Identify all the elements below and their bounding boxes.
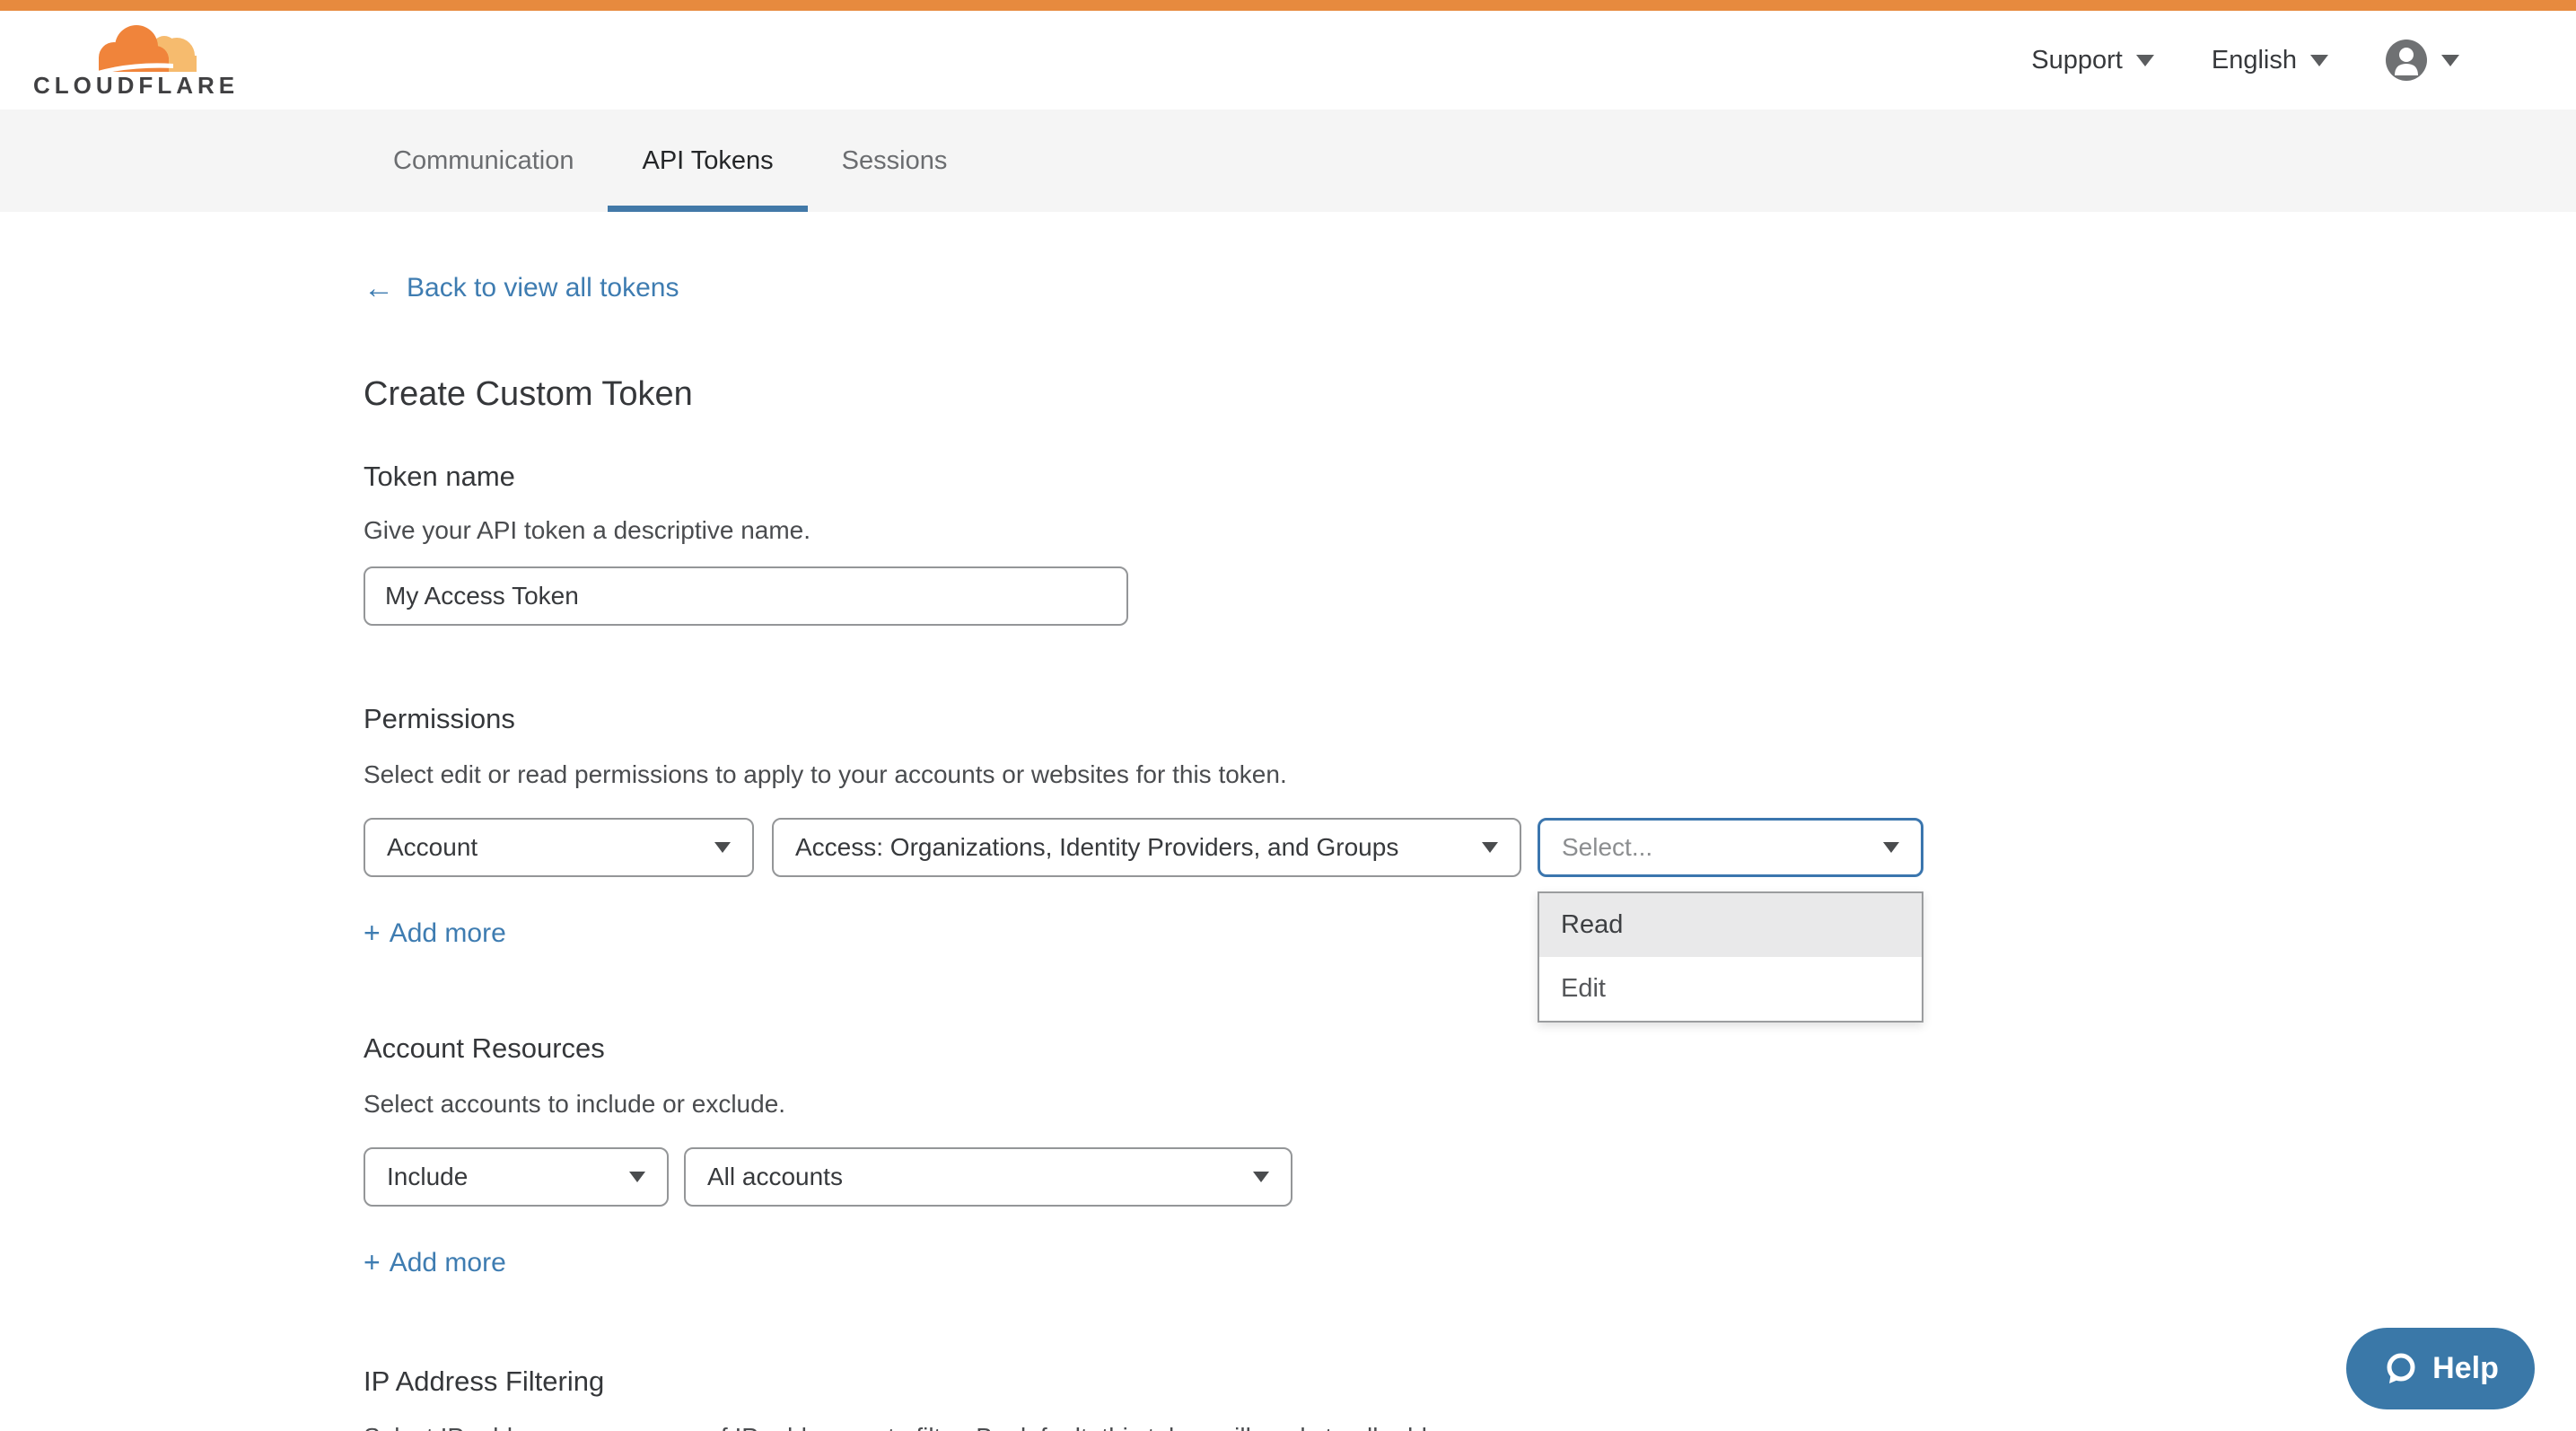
tab-bar: Communication API Tokens Sessions xyxy=(0,110,2576,212)
access-option-read[interactable]: Read xyxy=(1539,893,1922,957)
help-button-label: Help xyxy=(2432,1351,2499,1386)
token-name-input[interactable] xyxy=(364,566,1128,626)
ip-filtering-description: Select IP addresses or ranges of IP addr… xyxy=(364,1423,2576,1431)
permissions-row: Account Access: Organizations, Identity … xyxy=(364,818,2576,877)
token-name-description: Give your API token a descriptive name. xyxy=(364,516,2576,545)
cloudflare-wordmark: CLOUDFLARE xyxy=(33,72,239,100)
permission-scope-select[interactable]: Account xyxy=(364,818,754,877)
header-right: Support English xyxy=(2031,40,2459,81)
chevron-down-icon xyxy=(1253,1172,1269,1182)
permission-access-dropdown-menu: Read Edit xyxy=(1538,891,1923,1023)
back-link-label: Back to view all tokens xyxy=(407,273,679,303)
account-menu[interactable] xyxy=(2386,40,2459,81)
cloudflare-cloud-icon xyxy=(87,22,204,77)
add-more-label: Add more xyxy=(390,1248,506,1278)
top-accent-bar xyxy=(0,0,2576,11)
back-arrow-icon: ← xyxy=(364,273,394,303)
main-content: ← Back to view all tokens Create Custom … xyxy=(0,212,2576,1431)
chevron-down-icon xyxy=(2441,55,2459,66)
permission-group-value: Access: Organizations, Identity Provider… xyxy=(795,833,1398,862)
plus-icon: + xyxy=(364,1246,381,1279)
tab-label: Communication xyxy=(393,146,574,176)
cloudflare-logo: CLOUDFLARE xyxy=(33,22,239,100)
back-link[interactable]: ← Back to view all tokens xyxy=(364,273,679,303)
active-tab-indicator xyxy=(608,206,807,212)
permission-access-placeholder: Select... xyxy=(1562,833,1652,862)
account-resources-row: Include All accounts xyxy=(364,1147,2576,1207)
tab-api-tokens[interactable]: API Tokens xyxy=(608,110,807,212)
chevron-down-icon xyxy=(1482,842,1498,853)
support-label: Support xyxy=(2031,46,2123,75)
chevron-down-icon xyxy=(1883,842,1899,853)
permission-access-select[interactable]: Select... xyxy=(1538,818,1923,877)
account-resources-add-more-link[interactable]: + Add more xyxy=(364,1246,506,1279)
ip-filtering-heading: IP Address Filtering xyxy=(364,1365,2576,1398)
account-resources-heading: Account Resources xyxy=(364,1032,2576,1065)
chat-bubble-icon xyxy=(2382,1351,2418,1387)
permission-access-select-wrap: Select... Read Edit xyxy=(1538,818,1923,877)
chevron-down-icon xyxy=(714,842,731,853)
tab-label: API Tokens xyxy=(642,146,773,176)
permission-group-select[interactable]: Access: Organizations, Identity Provider… xyxy=(772,818,1521,877)
chevron-down-icon xyxy=(2136,55,2154,66)
access-option-edit[interactable]: Edit xyxy=(1539,957,1922,1021)
permissions-description: Select edit or read permissions to apply… xyxy=(364,760,2576,789)
language-label: English xyxy=(2212,46,2297,75)
permissions-add-more-link[interactable]: + Add more xyxy=(364,917,506,950)
add-more-label: Add more xyxy=(390,918,506,949)
tab-communication[interactable]: Communication xyxy=(359,110,608,212)
chevron-down-icon xyxy=(629,1172,645,1182)
support-menu[interactable]: Support xyxy=(2031,46,2154,75)
chevron-down-icon xyxy=(2310,55,2328,66)
token-name-heading: Token name xyxy=(364,461,2576,493)
accounts-select[interactable]: All accounts xyxy=(684,1147,1292,1207)
header: CLOUDFLARE Support English xyxy=(0,11,2576,110)
language-menu[interactable]: English xyxy=(2212,46,2328,75)
plus-icon: + xyxy=(364,917,381,950)
help-button[interactable]: Help xyxy=(2346,1328,2535,1409)
include-exclude-value: Include xyxy=(387,1163,468,1191)
accounts-value: All accounts xyxy=(707,1163,843,1191)
permission-scope-value: Account xyxy=(387,833,478,862)
permissions-heading: Permissions xyxy=(364,703,2576,735)
include-exclude-select[interactable]: Include xyxy=(364,1147,669,1207)
user-avatar-icon xyxy=(2386,40,2427,81)
tab-sessions[interactable]: Sessions xyxy=(808,110,982,212)
tab-label: Sessions xyxy=(842,146,948,176)
account-resources-description: Select accounts to include or exclude. xyxy=(364,1090,2576,1119)
page-title: Create Custom Token xyxy=(364,375,2576,414)
